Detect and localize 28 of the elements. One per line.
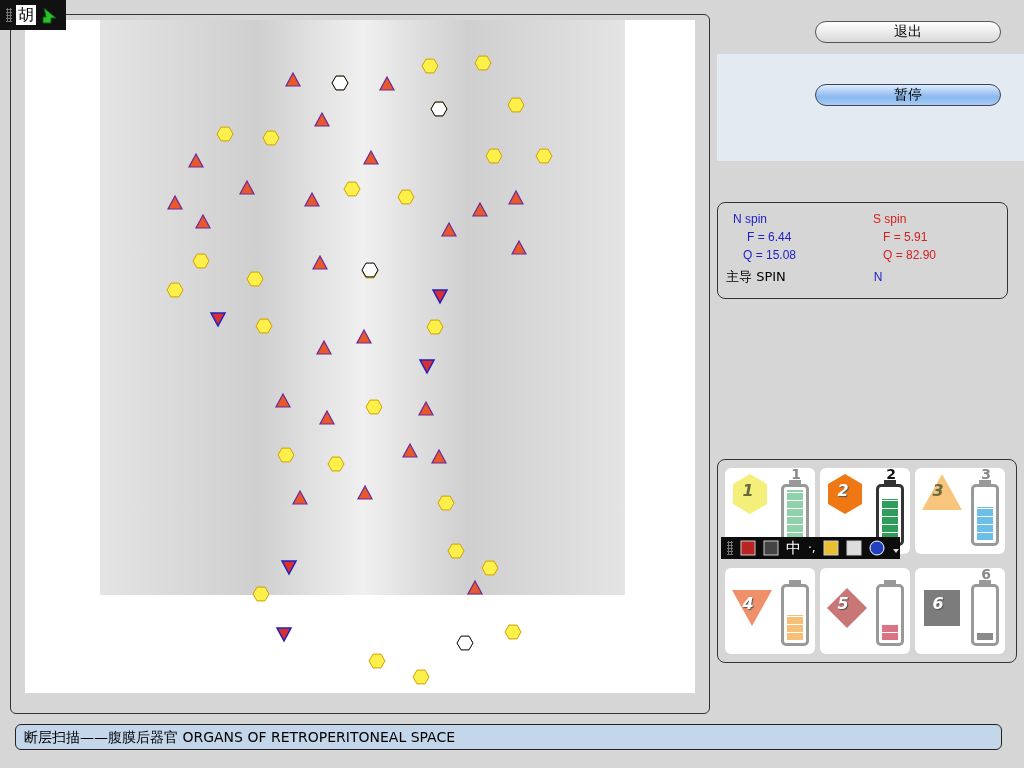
- punctuation-toggle[interactable]: ·,: [808, 541, 816, 555]
- marker-number: 5: [836, 594, 850, 613]
- spin-title: N spin: [733, 212, 768, 226]
- marker-number: 1: [741, 481, 755, 500]
- battery-number: 3: [980, 466, 992, 482]
- f-value: F = 6.44: [746, 230, 793, 244]
- input-method-indicator[interactable]: 胡: [16, 5, 36, 25]
- grip-icon[interactable]: [6, 8, 12, 22]
- f-value: F = 5.91: [882, 230, 929, 244]
- spin-title: S spin: [873, 212, 908, 226]
- grip-icon[interactable]: [727, 541, 733, 555]
- battery-number: 1: [790, 466, 802, 482]
- marker-number: 2: [836, 481, 850, 500]
- arrow-icon[interactable]: [40, 6, 58, 24]
- battery-number: 6: [980, 566, 992, 582]
- marker-number: 4: [741, 594, 755, 613]
- q-value: Q = 15.08: [742, 248, 798, 262]
- help-icon[interactable]: [868, 540, 885, 556]
- input-mode-toggle[interactable]: 中: [786, 538, 801, 558]
- dominant-spin-value: N: [873, 269, 883, 286]
- battery-number: 2: [885, 466, 897, 482]
- q-value: Q = 82.90: [882, 248, 938, 262]
- status-bar: 断层扫描——腹膜后器官 ORGANS OF RETROPERITONEAL SPACE: [15, 724, 1002, 750]
- dominant-spin-label: 主导 SPIN: [726, 268, 786, 286]
- marker-number: 6: [931, 594, 945, 613]
- marker-number: 3: [931, 481, 945, 500]
- pill-button[interactable]: 暂停: [815, 84, 1001, 106]
- pill-button[interactable]: 退出: [815, 21, 1001, 43]
